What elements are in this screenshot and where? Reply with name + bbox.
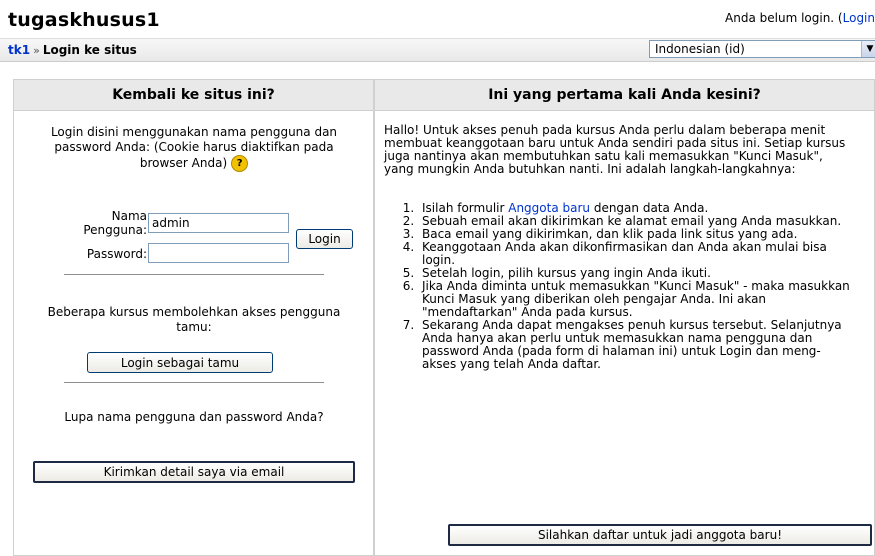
password-label: Password: (86, 247, 147, 261)
guest-access-text: Beberapa kursus membolehkan akses penggu… (47, 305, 341, 334)
new-account-link[interactable]: Anggota baru (508, 201, 590, 215)
language-select-value: Indonesian (id) (655, 42, 745, 56)
login-button[interactable]: Login (296, 229, 353, 249)
signup-button[interactable]: Silahkan daftar untuk jadi anggota baru! (448, 524, 872, 546)
password-input[interactable] (148, 243, 289, 263)
signup-panel: Ini yang pertama kali Anda kesini? Hallo… (374, 79, 875, 556)
guest-login-button[interactable]: Login sebagai tamu (87, 352, 273, 373)
list-item: Jika Anda diminta untuk memasukkan "Kunc… (418, 280, 854, 319)
forgot-password-text: Lupa nama pengguna dan password Anda? (64, 410, 324, 424)
login-intro-text: Login disini menggunakan nama pengguna d… (50, 125, 338, 170)
breadcrumb-current: Login ke situs (42, 43, 137, 57)
breadcrumb: tk1» Login ke situs (8, 43, 137, 57)
send-details-button[interactable]: Kirimkan detail saya via email (33, 461, 355, 483)
username-label-line1: Nama (111, 209, 147, 223)
login-panel-heading: Kembali ke situs ini? (14, 80, 373, 111)
username-label-line2: Pengguna: (83, 223, 147, 237)
signup-intro: Hallo! Untuk akses penuh pada kursus And… (384, 123, 846, 176)
help-icon[interactable]: ? (231, 155, 249, 172)
login-status-text: Anda belum login. ( (725, 11, 843, 25)
login-intro: Login disini menggunakan nama pengguna d… (44, 125, 344, 172)
login-panel: Kembali ke situs ini? Login disini mengg… (13, 79, 374, 556)
list-item: Sekarang Anda dapat mengakses penuh kurs… (418, 319, 854, 371)
username-input[interactable] (148, 213, 289, 233)
list-item: Keanggotaan Anda akan dikonfirmasikan da… (418, 241, 854, 267)
username-label: Nama Pengguna: (59, 209, 147, 237)
divider (64, 274, 324, 275)
site-title: tugaskhusus1 (8, 9, 160, 31)
signup-panel-heading: Ini yang pertama kali Anda kesini? (375, 80, 874, 111)
breadcrumb-separator: » (33, 44, 40, 57)
step-text: dengan data Anda. (590, 201, 709, 215)
divider (64, 382, 324, 383)
chevron-down-icon[interactable]: ▼ (861, 41, 875, 57)
step-text: Isilah formulir (422, 201, 509, 215)
login-link[interactable]: Login (843, 11, 875, 25)
breadcrumb-home-link[interactable]: tk1 (8, 43, 30, 57)
language-select[interactable]: Indonesian (id) ▼ (649, 40, 875, 58)
login-status: Anda belum login. (Login (725, 11, 875, 25)
signup-steps: Isilah formulir Anggota baru dengan data… (384, 202, 854, 371)
navbar: tk1» Login ke situs Indonesian (id) ▼ (0, 38, 875, 62)
